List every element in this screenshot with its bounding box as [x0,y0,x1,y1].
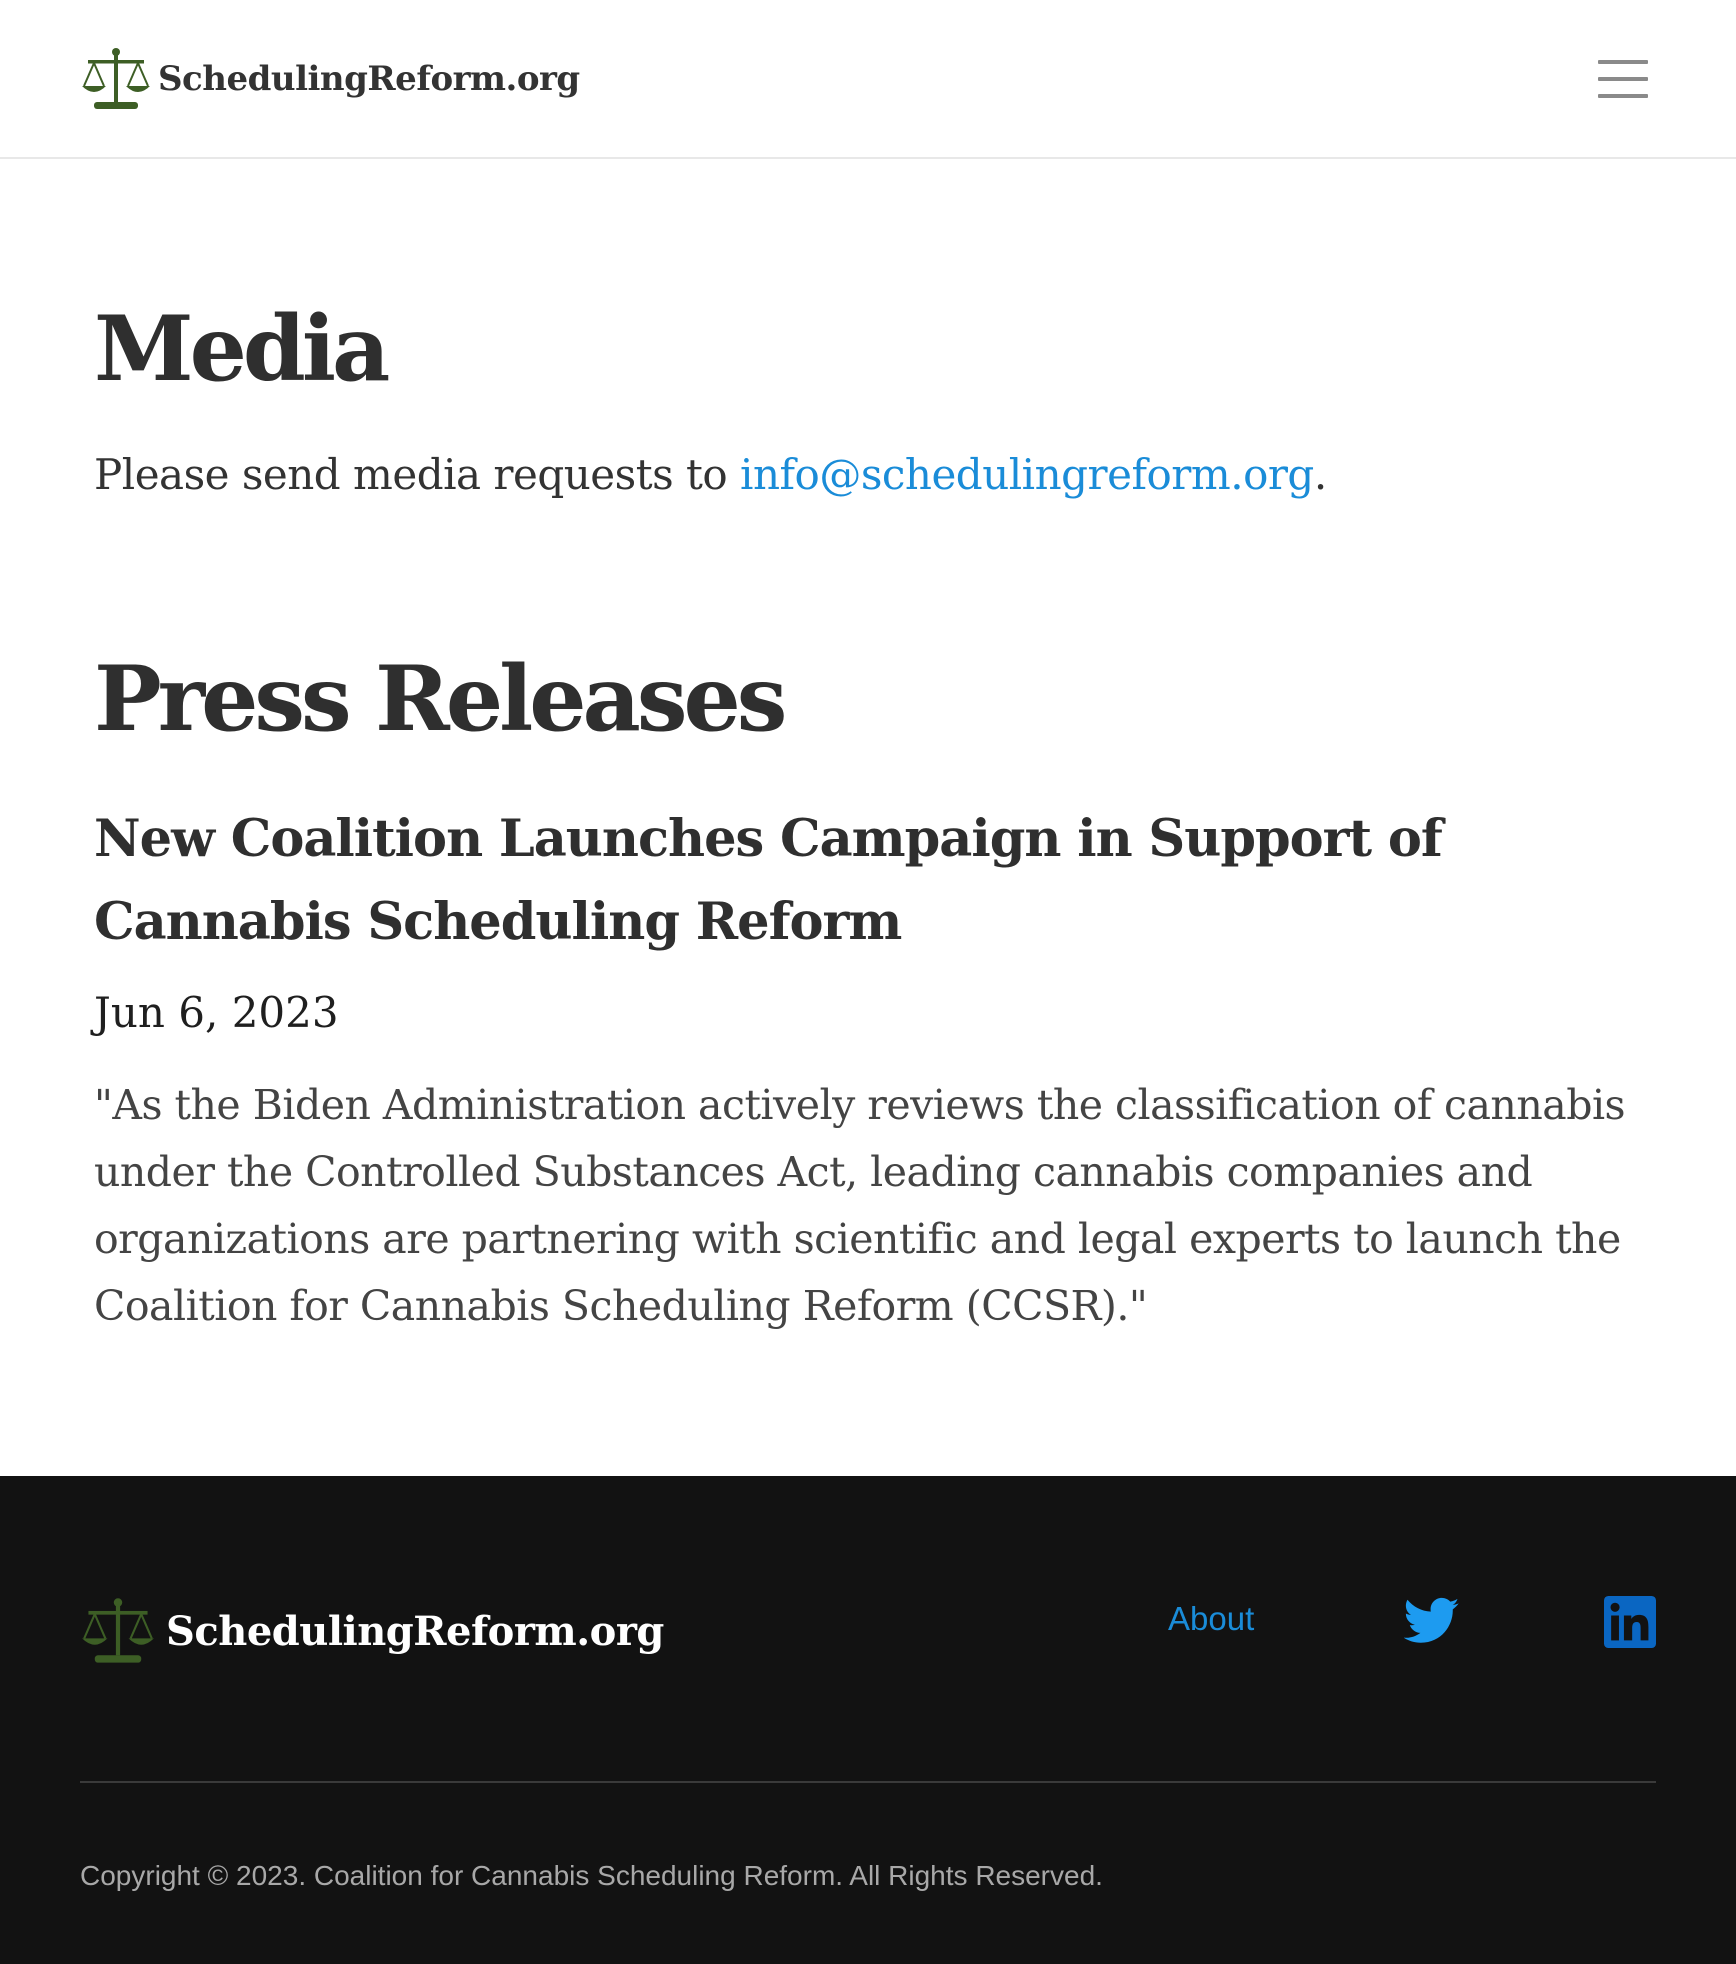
copyright-text: Copyright © 2023. Coalition for Cannabis… [80,1860,1103,1891]
press-release-excerpt: "As the Biden Administration actively re… [94,1081,1626,1330]
site-footer: SchedulingReform.org About Copyright © 2… [0,1476,1736,1964]
press-release-title[interactable]: New Coalition Launches Campaign in Suppo… [94,798,1674,964]
media-request-text: Please send media requests to info@sched… [94,450,1327,499]
twitter-icon [1403,1597,1460,1643]
page: SchedulingReform.org Media Please send m… [0,0,1736,1964]
footer-brand-link[interactable]: SchedulingReform.org [80,1596,664,1666]
hamburger-menu-icon[interactable] [1598,58,1648,100]
brand-name: SchedulingReform.org [158,59,580,99]
media-email-link[interactable]: info@schedulingreform.org [740,450,1314,499]
linkedin-icon [1604,1596,1656,1648]
scales-of-justice-icon [82,1598,154,1663]
footer-about-link[interactable]: About [1168,1600,1254,1638]
footer-divider [80,1781,1656,1783]
linkedin-link[interactable] [1604,1596,1656,1648]
press-releases-heading: Press Releases [94,646,787,752]
press-release-date: Jun 6, 2023 [94,988,339,1037]
media-heading: Media [94,296,390,402]
scales-of-justice-icon [82,48,150,109]
media-text-after: . [1313,450,1327,499]
media-text-before: Please send media requests to [94,450,741,499]
footer-brand-name: SchedulingReform.org [166,1607,664,1655]
brand-link[interactable]: SchedulingReform.org [80,46,580,112]
site-header: SchedulingReform.org [0,0,1736,159]
twitter-link[interactable] [1403,1596,1460,1646]
